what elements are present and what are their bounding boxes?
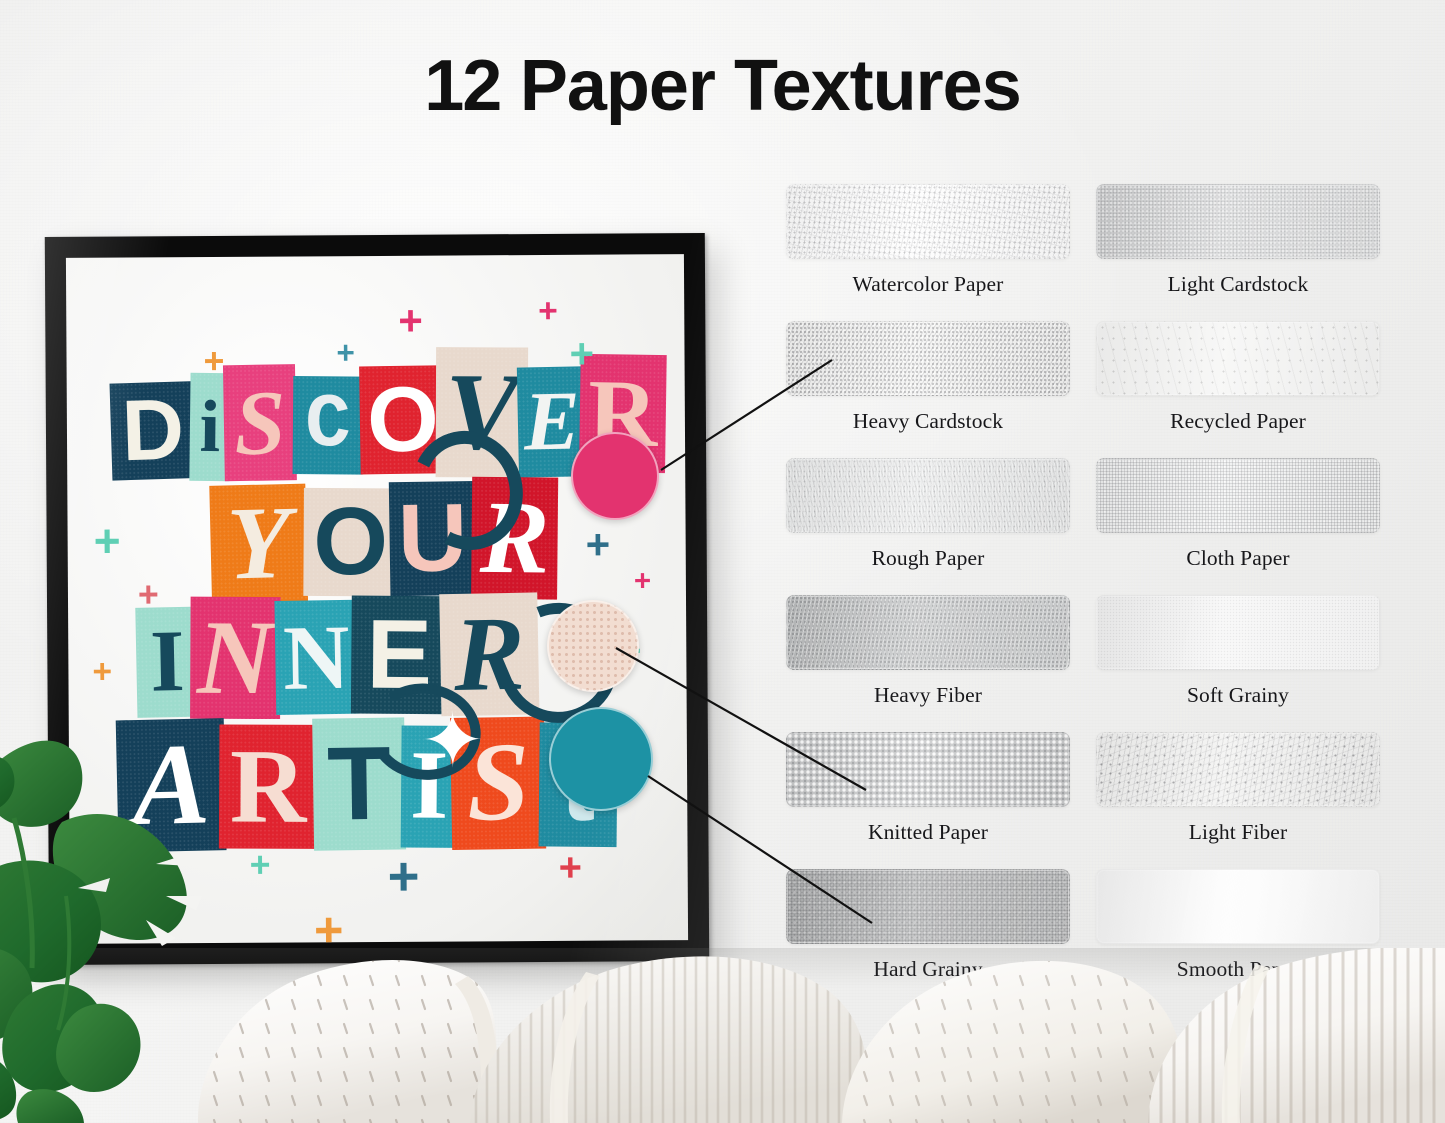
collage-star: ✦ [420,698,485,784]
swatch-cell-watercolor-paper[interactable]: Watercolor Paper [786,184,1070,297]
swatch-cell-recycled-paper[interactable]: Recycled Paper [1096,321,1380,434]
texture-swatch-light-fiber[interactable] [1096,732,1380,807]
swatch-row: Heavy Cardstock Recycled Paper [786,321,1386,458]
collage-letter-tile: C [292,376,364,475]
texture-swatch-cloth-paper[interactable] [1096,458,1380,533]
swatch-label-heavy-cardstock: Heavy Cardstock [852,409,1004,433]
accent-plus-icon: + [203,340,225,382]
title-text: Paper Textures [519,46,1022,126]
swatch-cell-rough-paper[interactable]: Rough Paper [786,458,1070,571]
swatch-label-light-cardstock: Light Cardstock [1167,272,1309,296]
collage-letter-glyph: i [199,385,221,468]
texture-swatch-light-cardstock[interactable] [1096,184,1380,259]
swatch-cell-heavy-cardstock[interactable]: Heavy Cardstock [786,321,1070,434]
accent-plus-icon: + [137,574,159,615]
collage-letter-glyph: R [229,727,307,845]
swatch-label-rough-paper: Rough Paper [871,546,985,570]
swatch-row: Heavy Fiber Soft Grainy [786,595,1386,732]
swatch-label-knitted-paper: Knitted Paper [867,820,989,844]
accent-plus-icon: + [93,514,121,567]
texture-swatch-grid: Watercolor Paper Light Cardstock Heavy Car… [786,184,1386,1006]
swatch-cell-knitted-paper[interactable]: Knitted Paper [786,732,1070,845]
collage-letter-glyph: N [282,605,351,709]
collage-letter-glyph: N [196,598,274,716]
texture-swatch-heavy-cardstock[interactable] [786,321,1070,396]
swatch-cell-light-fiber[interactable]: Light Fiber [1096,732,1380,845]
texture-swatch-soft-grainy[interactable] [1096,595,1380,670]
texture-swatch-heavy-fiber[interactable] [786,595,1070,670]
page-title: 12 Paper Textures [0,50,1445,122]
accent-plus-icon: + [585,520,611,568]
accent-plus-icon: + [92,653,113,691]
decorative-accents: +++++++++++++++ [66,254,684,944]
swatch-cell-soft-grainy[interactable]: Soft Grainy [1096,595,1380,708]
collage-letter-tile: N [274,599,359,716]
accent-plus-icon: + [569,329,595,377]
swatch-label-cloth-paper: Cloth Paper [1186,546,1290,570]
texture-swatch-knitted-paper[interactable] [786,732,1070,807]
swatch-row: Knitted Paper Light Fiber [786,732,1386,869]
swatch-label-light-fiber: Light Fiber [1188,820,1288,844]
callout-circle-knitted-paper[interactable] [547,600,639,692]
accent-plus-icon: + [387,845,420,907]
accent-plus-icon: + [538,292,558,331]
texture-swatch-watercolor-paper[interactable] [786,184,1070,259]
texture-swatch-rough-paper[interactable] [786,458,1070,533]
swatch-cell-light-cardstock[interactable]: Light Cardstock [1096,184,1380,297]
collage-letter-tile: O [303,487,398,597]
accent-plus-icon: + [313,901,344,944]
callout-circle-heavy-cardstock[interactable] [571,432,659,520]
callout-circle-hard-grainy[interactable] [549,707,653,811]
swatch-label-watercolor-paper: Watercolor Paper [852,272,1004,296]
collage-letter-glyph: E [522,374,581,469]
swatch-label-recycled-paper: Recycled Paper [1170,409,1306,433]
collage-letter-glyph: D [120,381,186,480]
swatch-label-soft-grainy: Soft Grainy [1186,683,1290,707]
accent-plus-icon: + [249,844,271,885]
texture-swatch-hard-grainy[interactable] [786,869,1070,944]
collage-letter-glyph: O [312,488,389,596]
texture-swatch-smooth-paper[interactable] [1096,869,1380,944]
monstera-plant [0,740,202,1123]
collage-letter-glyph: Y [225,484,292,602]
accent-plus-icon: + [398,296,423,344]
swatch-row: Rough Paper Cloth Paper [786,458,1386,595]
collage-letter-tile: R [218,724,318,849]
collage-letter-tile: S [222,364,297,482]
collage-letter-tile: D [109,381,197,481]
collage-letter-tile: Y [209,483,309,604]
collage-letter-glyph: I [149,612,186,711]
swatch-row: Watercolor Paper Light Cardstock [786,184,1386,321]
collage-letter-glyph: C [304,381,352,469]
accent-plus-icon: + [633,564,652,598]
title-number: 12 [424,46,502,126]
collage-letter-glyph: S [233,371,287,475]
swatch-cell-cloth-paper[interactable]: Cloth Paper [1096,458,1380,571]
swatch-label-heavy-fiber: Heavy Fiber [874,683,982,707]
accent-plus-icon: + [558,845,583,890]
swatch-cell-heavy-fiber[interactable]: Heavy Fiber [786,595,1070,708]
texture-swatch-recycled-paper[interactable] [1096,321,1380,396]
accent-plus-icon: + [336,334,356,371]
collage-letters: DiSCOVERYOURINNERARTISt [66,254,684,853]
